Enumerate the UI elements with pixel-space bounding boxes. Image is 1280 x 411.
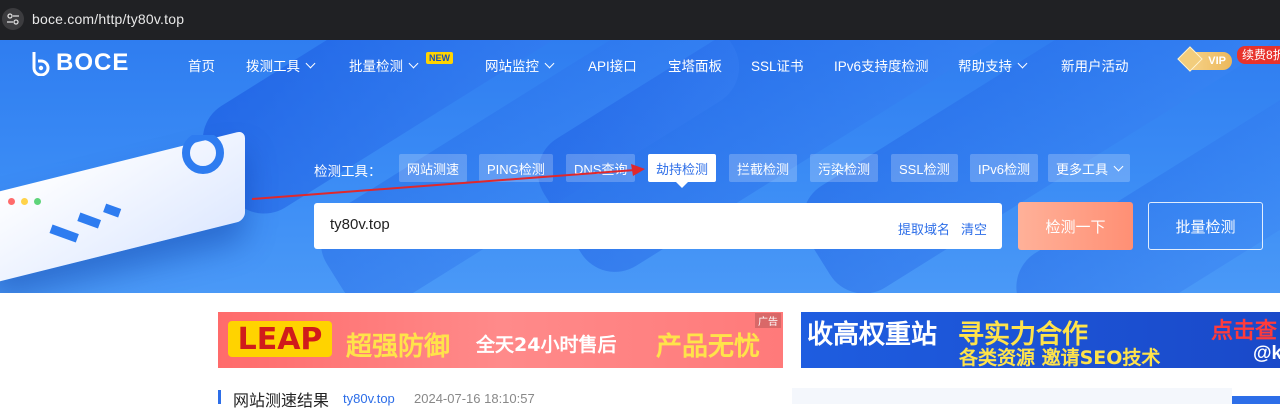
annotation-arrow [251,164,645,200]
tab-ipv6[interactable]: IPv6检测 [970,154,1039,182]
ad-text: 各类资源 邀请SEO技术 [959,347,1161,368]
ad-text: 全天24小时售后 [476,334,617,356]
nav-dial-tools[interactable]: 拨测工具 [246,55,316,75]
ad-text: @k [1253,343,1280,364]
ad-text: 点击查 [1211,319,1278,344]
search-box: 提取域名 清空 [314,203,1002,249]
logo-mark-icon [32,52,50,76]
ad-text: 超强防御 [346,332,451,362]
chart-bars-icon [49,135,224,243]
chevron-down-icon [544,58,555,68]
ad-text: 收高权重站 [807,320,938,350]
ad-banner-left[interactable]: LEAP 超强防御 全天24小时售后 产品无忧 广告 [218,312,783,368]
diamond-icon [1177,46,1203,72]
check-button[interactable]: 检测一下 [1018,202,1133,250]
tab-pollution[interactable]: 污染检测 [810,154,879,182]
nav-ssl-cert[interactable]: SSL证书 [751,55,804,75]
chevron-down-icon [1113,161,1124,171]
tab-ssl[interactable]: SSL检测 [891,154,958,182]
logo-text: BOCE [56,49,130,76]
extract-domain-link[interactable]: 提取域名 [898,219,950,238]
nav-new-user[interactable]: 新用户活动 [1061,55,1129,75]
ad-label: 广告 [755,313,781,328]
domain-input[interactable] [330,216,870,233]
nav-batch-check[interactable]: 批量检测 [349,55,419,75]
vip-button[interactable]: VIP [1177,46,1232,72]
new-badge: NEW [426,52,453,64]
nav-site-monitor[interactable]: 网站监控 [485,55,555,75]
nav-api[interactable]: API接口 [588,55,637,75]
tab-intercept[interactable]: 拦截检测 [729,154,798,182]
url-field[interactable]: boce.com/http/ty80v.top [32,11,184,27]
ad-text: 产品无忧 [656,332,761,362]
tune-icon [7,13,19,25]
tab-more-tools[interactable]: 更多工具 [1048,154,1131,182]
chevron-down-icon [305,58,316,68]
nav-help[interactable]: 帮助支持 [958,55,1028,75]
clear-link[interactable]: 清空 [961,219,987,238]
boce-logo[interactable]: BOCE [28,49,129,77]
side-panel-button[interactable] [1232,396,1280,404]
side-panel [792,388,1232,404]
leap-logo: LEAP [228,321,332,357]
chevron-down-icon [1017,58,1028,68]
nav-ipv6-check[interactable]: IPv6支持度检测 [834,55,929,75]
batch-check-button[interactable]: 批量检测 [1148,202,1263,250]
chevron-down-icon [408,58,419,68]
tab-hijack[interactable]: 劫持检测 [648,154,717,188]
results-title: 网站测速结果 [233,393,330,410]
nav-home[interactable]: 首页 [188,55,215,75]
nav-bt-panel[interactable]: 宝塔面板 [668,55,722,75]
hero-banner: BOCE 首页 拨测工具 批量检测 NEW 网站监控 API接口 宝塔面板 SS… [0,40,1280,293]
section-marker [218,390,221,404]
ad-banner-right[interactable]: 收高权重站 寻实力合作 点击查 各类资源 邀请SEO技术 @k [801,312,1280,368]
site-settings-button[interactable] [2,8,24,30]
top-nav: BOCE 首页 拨测工具 批量检测 NEW 网站监控 API接口 宝塔面板 SS… [0,40,1280,86]
window-dots [8,198,41,205]
renew-discount-badge[interactable]: 续费8折 [1237,46,1280,64]
browser-address-bar: boce.com/http/ty80v.top [0,0,1280,40]
